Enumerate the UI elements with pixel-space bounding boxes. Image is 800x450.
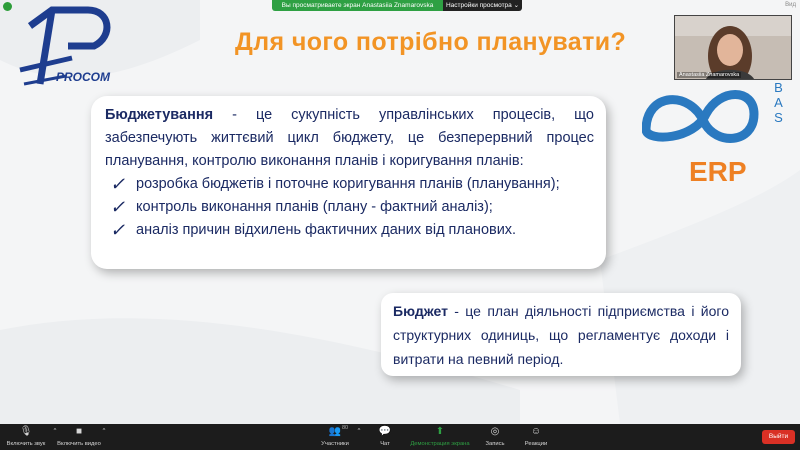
slide-title: Для чого потрібно планувати? — [235, 28, 627, 56]
record-button[interactable]: ◎ Запись — [482, 426, 508, 447]
budgeting-definition: Бюджетування - це сукупність управлінськ… — [105, 104, 594, 173]
reactions-icon: ☺ — [530, 426, 542, 437]
budgeting-term: Бюджетування — [105, 107, 214, 123]
view-button[interactable]: Вид — [785, 2, 796, 8]
video-options-chevron-icon[interactable]: ^ — [99, 428, 109, 434]
budgeting-definition-card: Бюджетування - це сукупність управлінськ… — [91, 96, 606, 269]
participants-chevron-icon[interactable]: ^ — [354, 428, 364, 434]
checkmark-icon: ✓ — [110, 220, 126, 240]
start-video-button[interactable]: ■ Включить видео — [54, 426, 104, 447]
leave-meeting-button[interactable]: Выйти — [762, 430, 795, 444]
list-item: ✓ розробка бюджетів і поточне коригування… — [105, 173, 594, 196]
bullet-text: розробка бюджетів і поточне коригування … — [136, 176, 560, 192]
record-label: Запись — [485, 441, 505, 447]
share-screen-label: Демонстрация экрана — [410, 441, 470, 447]
erp-label: ERP — [689, 156, 747, 187]
participants-count: 80 — [342, 425, 349, 431]
participant-video-tile[interactable]: Anastasiia Znamarovska — [674, 15, 792, 80]
shared-screen: Вы просматриваете экран Anastasiia Znama… — [0, 0, 800, 424]
budgeting-bullet-list: ✓ розробка бюджетів і поточне коригування… — [105, 173, 594, 242]
checkmark-icon: ✓ — [110, 197, 126, 217]
reactions-button[interactable]: ☺ Реакции — [522, 426, 550, 447]
view-options-menu[interactable]: Настройки просмотра ⌄ — [443, 0, 522, 11]
procom-brand-text: PROCOM — [56, 70, 110, 84]
chat-button[interactable]: 💬 Чат — [374, 426, 396, 447]
chat-icon: 💬 — [378, 426, 392, 437]
screen-share-notice: Вы просматриваете экран Anastasiia Znama… — [272, 0, 443, 11]
video-off-icon: ■ — [75, 426, 83, 437]
muted-microphone-icon: 🎙 — [19, 426, 33, 437]
share-screen-icon: ⬆ — [435, 426, 445, 437]
bas-logo-text: BAS — [771, 80, 786, 125]
unmute-button[interactable]: 🎙 Включить звук — [2, 426, 50, 447]
budget-definition-card: Бюджет - це план діяльності підприємства… — [381, 293, 741, 376]
chat-label: Чат — [380, 441, 390, 447]
participant-name: Anastasiia Znamarovska — [677, 72, 742, 78]
list-item: ✓ контроль виконання планів (плану - факт… — [105, 196, 594, 219]
bullet-text: аналіз причин відхилень фактичних даних … — [136, 222, 517, 238]
checkmark-icon: ✓ — [110, 174, 126, 194]
participants-label: Участники — [321, 441, 349, 447]
participant-avatar — [675, 16, 791, 79]
reactions-label: Реакции — [524, 441, 548, 447]
start-video-label: Включить видео — [57, 441, 101, 447]
bullet-text: контроль виконання планів (плану - фактн… — [136, 199, 493, 215]
record-icon: ◎ — [490, 426, 500, 437]
list-item: ✓ аналіз причин відхилень фактичних даних… — [105, 219, 594, 242]
unmute-label: Включить звук — [6, 441, 46, 447]
share-screen-button[interactable]: ⬆ Демонстрация экрана — [406, 426, 474, 447]
meeting-toolbar: 🎙 Включить звук ^ ■ Включить видео ^ 👥 У… — [0, 424, 800, 450]
budget-term: Бюджет — [393, 303, 448, 319]
